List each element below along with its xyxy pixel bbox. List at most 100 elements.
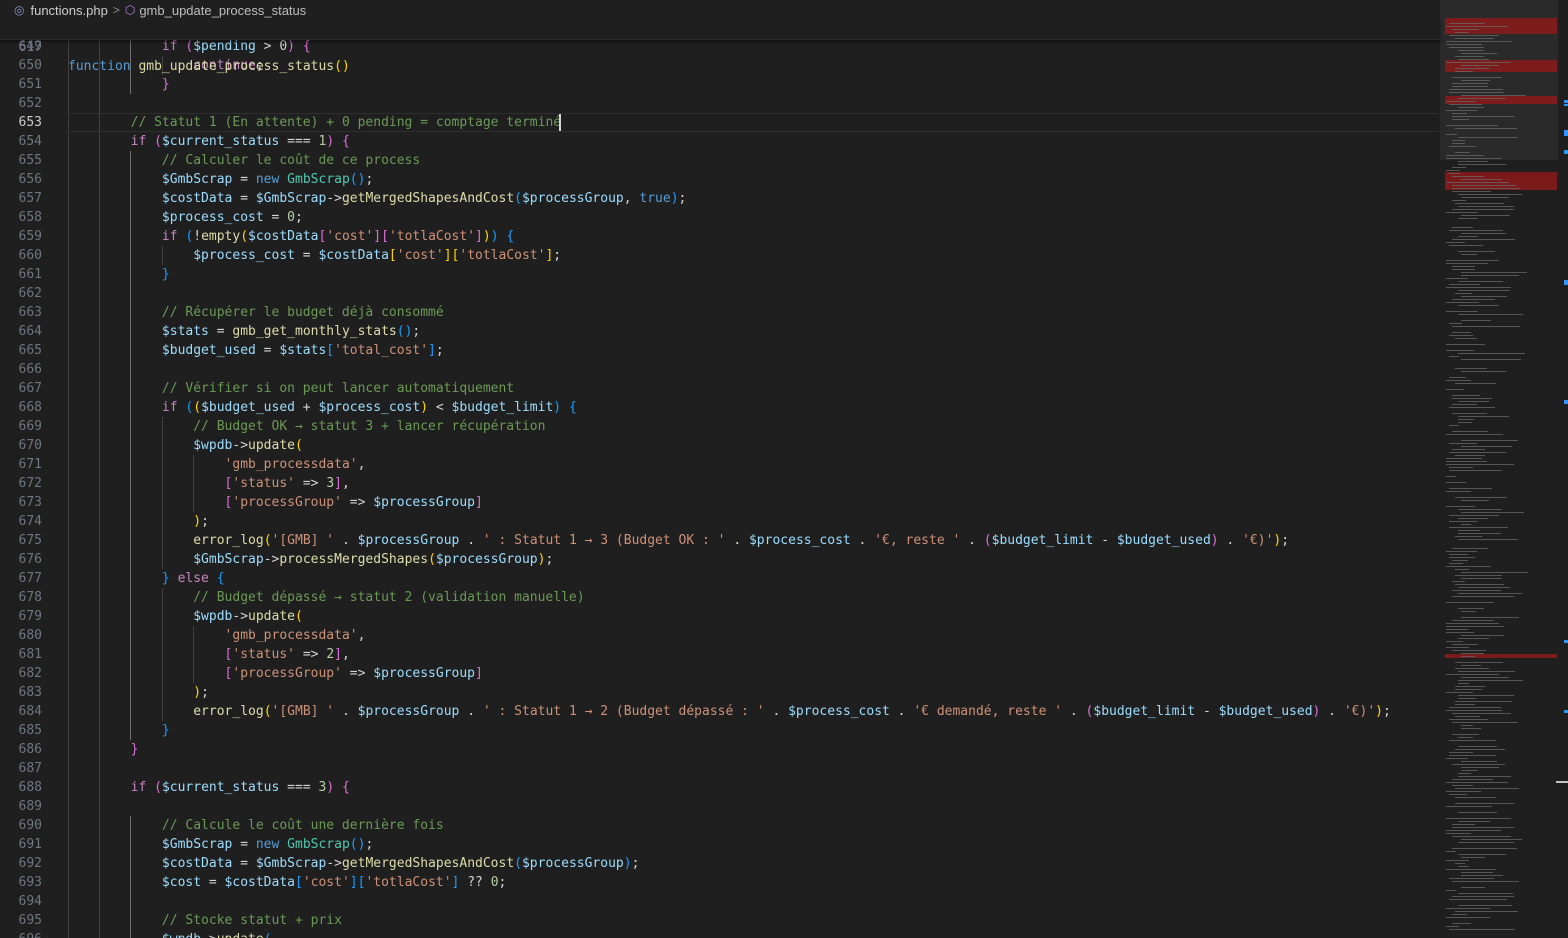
code-token: [ <box>388 248 397 263</box>
code-line[interactable]: 660 $process_cost = $costData['cost']['t… <box>0 246 1440 265</box>
code-line[interactable]: 694 <box>0 892 1440 911</box>
line-number: 662 <box>18 286 42 301</box>
scrollbar-position-indicator[interactable] <box>1556 781 1568 783</box>
code-token: + <box>294 400 319 415</box>
code-line[interactable]: 663 // Récupérer le budget déjà consommé <box>0 303 1440 322</box>
code-token: '€)' <box>1242 533 1274 548</box>
code-line[interactable]: 689 <box>0 797 1440 816</box>
code-token: ( <box>514 191 522 206</box>
code-token: $process_cost <box>748 533 851 548</box>
code-token: $current_status <box>161 780 280 795</box>
code-line[interactable]: 691 $GmbScrap = new GmbScrap(); <box>0 835 1440 854</box>
code-token: $processGroup <box>521 191 624 206</box>
code-line[interactable]: 688 if ($current_status === 3) { <box>0 778 1440 797</box>
code-token: // Statut 1 (En attente) + 0 pending = c… <box>130 115 562 130</box>
code-editor[interactable]: ◎ functions.php > ⬡ gmb_update_process_s… <box>0 0 1568 938</box>
code-line[interactable]: 675 error_log('[GMB] ' . $processGroup .… <box>0 531 1440 550</box>
code-token: ) <box>193 514 202 529</box>
code-token: 'processGroup' <box>232 495 342 510</box>
code-line[interactable]: 690 // Calcule le coût une dernière fois <box>0 816 1440 835</box>
code-line[interactable]: 680 'gmb_processdata', <box>0 626 1440 645</box>
minimap[interactable] <box>1440 0 1568 938</box>
code-line[interactable]: 666 <box>0 360 1440 379</box>
code-line[interactable]: 687 <box>0 759 1440 778</box>
code-token: gmb_update_process_status <box>138 59 335 74</box>
code-line[interactable]: 681 ['status' => 2], <box>0 645 1440 664</box>
code-line[interactable]: 677 } else { <box>0 569 1440 588</box>
code-token: -> <box>326 856 342 871</box>
code-token: ; <box>678 191 687 206</box>
code-line[interactable]: 686 } <box>0 740 1440 759</box>
code-token: $process_cost <box>161 210 264 225</box>
code-line[interactable]: 656 $GmbScrap = new GmbScrap(); <box>0 170 1440 189</box>
code-line[interactable]: 693 $cost = $costData['cost']['totlaCost… <box>0 873 1440 892</box>
code-line[interactable]: 695 // Stocke statut + prix <box>0 911 1440 930</box>
code-token: ; <box>1382 704 1391 719</box>
code-token: update <box>248 609 295 624</box>
code-token: error_log <box>193 704 264 719</box>
code-text: // Calcule le coût une dernière fois <box>68 816 444 835</box>
line-number: 669 <box>18 419 42 434</box>
line-number: 677 <box>18 571 42 586</box>
code-line[interactable]: 655 // Calculer le coût de ce process <box>0 151 1440 170</box>
line-number: 656 <box>18 172 42 187</box>
code-line[interactable]: 658 $process_cost = 0; <box>0 208 1440 227</box>
code-line[interactable]: 672 ['status' => 3], <box>0 474 1440 493</box>
code-line[interactable]: 670 $wpdb->update( <box>0 436 1440 455</box>
code-line[interactable]: 668 if (($budget_used + $process_cost) <… <box>0 398 1440 417</box>
code-token: 'processGroup' <box>232 666 342 681</box>
breadcrumb-symbol[interactable]: gmb_update_process_status <box>139 3 306 18</box>
code-token: $stats <box>161 324 209 339</box>
code-line[interactable]: 665 $budget_used = $stats['total_cost']; <box>0 341 1440 360</box>
code-token: new <box>255 837 280 852</box>
code-line[interactable]: 653 // Statut 1 (En attente) + 0 pending… <box>0 113 1440 132</box>
code-line[interactable]: 678 // Budget dépassé → statut 2 (valida… <box>0 588 1440 607</box>
code-token: gmb_get_monthly_stats <box>232 324 397 339</box>
code-line[interactable]: 651 } <box>0 75 1440 94</box>
code-line[interactable]: 684 error_log('[GMB] ' . $processGroup .… <box>0 702 1440 721</box>
code-token: ) <box>193 685 202 700</box>
code-line[interactable]: 685 } <box>0 721 1440 740</box>
code-line[interactable]: 683 ); <box>0 683 1440 702</box>
code-token: $costData <box>318 248 389 263</box>
code-text: // Budget dépassé → statut 2 (validation… <box>68 588 584 607</box>
code-token: $GmbScrap <box>193 552 264 567</box>
code-area[interactable]: 649 if ($pending > 0) {650 continue; 651 … <box>0 19 1440 938</box>
code-line[interactable]: 659 if (!empty($costData['cost']['totlaC… <box>0 227 1440 246</box>
line-number: 693 <box>18 875 42 890</box>
code-token: 'totlaCost' <box>459 248 546 263</box>
code-line[interactable]: 662 <box>0 284 1440 303</box>
code-line[interactable]: 669 // Budget OK → statut 3 + lancer réc… <box>0 417 1440 436</box>
code-line[interactable]: 654 if ($current_status === 1) { <box>0 132 1440 151</box>
code-line[interactable]: 661 } <box>0 265 1440 284</box>
code-line[interactable]: 664 $stats = gmb_get_monthly_stats(); <box>0 322 1440 341</box>
code-token: = <box>294 248 319 263</box>
code-token: - <box>1093 533 1117 548</box>
code-line[interactable]: 692 $costData = $GmbScrap->getMergedShap… <box>0 854 1440 873</box>
code-token: $budget_limit <box>451 400 554 415</box>
code-line[interactable]: 682 ['processGroup' => $processGroup] <box>0 664 1440 683</box>
code-text: error_log('[GMB] ' . $processGroup . ' :… <box>68 531 1289 550</box>
code-line[interactable]: 667 // Vérifier si on peut lancer automa… <box>0 379 1440 398</box>
code-line[interactable]: 673 ['processGroup' => $processGroup] <box>0 493 1440 512</box>
code-line[interactable]: 674 ); <box>0 512 1440 531</box>
line-number: 663 <box>18 305 42 320</box>
code-line[interactable]: 679 $wpdb->update( <box>0 607 1440 626</box>
code-line[interactable]: 696 $wpdb->update( <box>0 930 1440 938</box>
breadcrumb-file[interactable]: functions.php <box>30 3 107 18</box>
code-token: } <box>161 77 170 92</box>
code-token: { <box>216 571 225 586</box>
code-token: $wpdb <box>162 932 201 938</box>
code-token: $budget_used <box>161 343 256 358</box>
code-token: $wpdb <box>193 609 233 624</box>
code-token: $budget_used <box>201 400 295 415</box>
code-line[interactable]: 652 <box>0 94 1440 113</box>
sticky-scroll-header[interactable]: 617 function gmb_update_process_status() <box>0 19 1440 74</box>
code-line[interactable]: 657 $costData = $GmbScrap->getMergedShap… <box>0 189 1440 208</box>
code-line[interactable]: 671 'gmb_processdata', <box>0 455 1440 474</box>
code-line[interactable]: 676 $GmbScrap->processMergedShapes($proc… <box>0 550 1440 569</box>
